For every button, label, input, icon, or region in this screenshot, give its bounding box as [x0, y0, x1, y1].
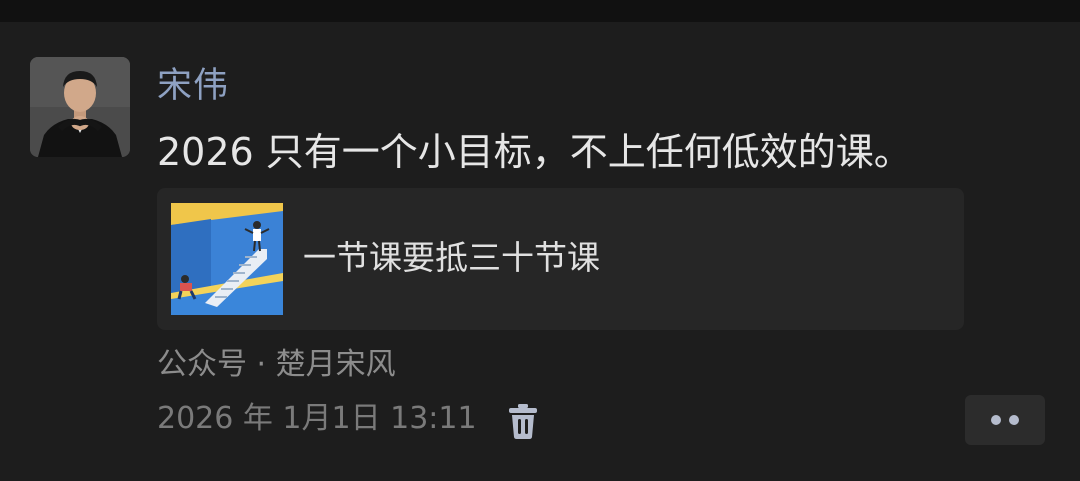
- avatar-photo: [30, 57, 130, 157]
- trash-icon: [509, 404, 537, 439]
- avatar[interactable]: [30, 57, 130, 157]
- author-name[interactable]: 宋伟: [157, 64, 229, 108]
- delete-button[interactable]: [506, 402, 540, 440]
- link-card[interactable]: 一节课要抵三十节课: [157, 188, 964, 330]
- source-label[interactable]: 公众号 · 楚月宋风: [157, 345, 396, 385]
- article-illustration: [171, 203, 283, 315]
- top-bar: [0, 0, 1080, 22]
- more-dot-icon: [1009, 415, 1019, 425]
- post-content: 2026 只有一个小目标，不上任何低效的课。: [157, 130, 912, 174]
- post-timestamp: 2026 年 1月1日 13:11: [157, 401, 477, 436]
- article-thumbnail: [171, 203, 283, 315]
- more-options-button[interactable]: [965, 395, 1045, 445]
- link-card-title: 一节课要抵三十节课: [303, 238, 600, 277]
- moment-post: 宋伟 2026 只有一个小目标，不上任何低效的课。 一节课要抵三十节课 公众号 …: [0, 22, 1080, 481]
- more-dot-icon: [991, 415, 1001, 425]
